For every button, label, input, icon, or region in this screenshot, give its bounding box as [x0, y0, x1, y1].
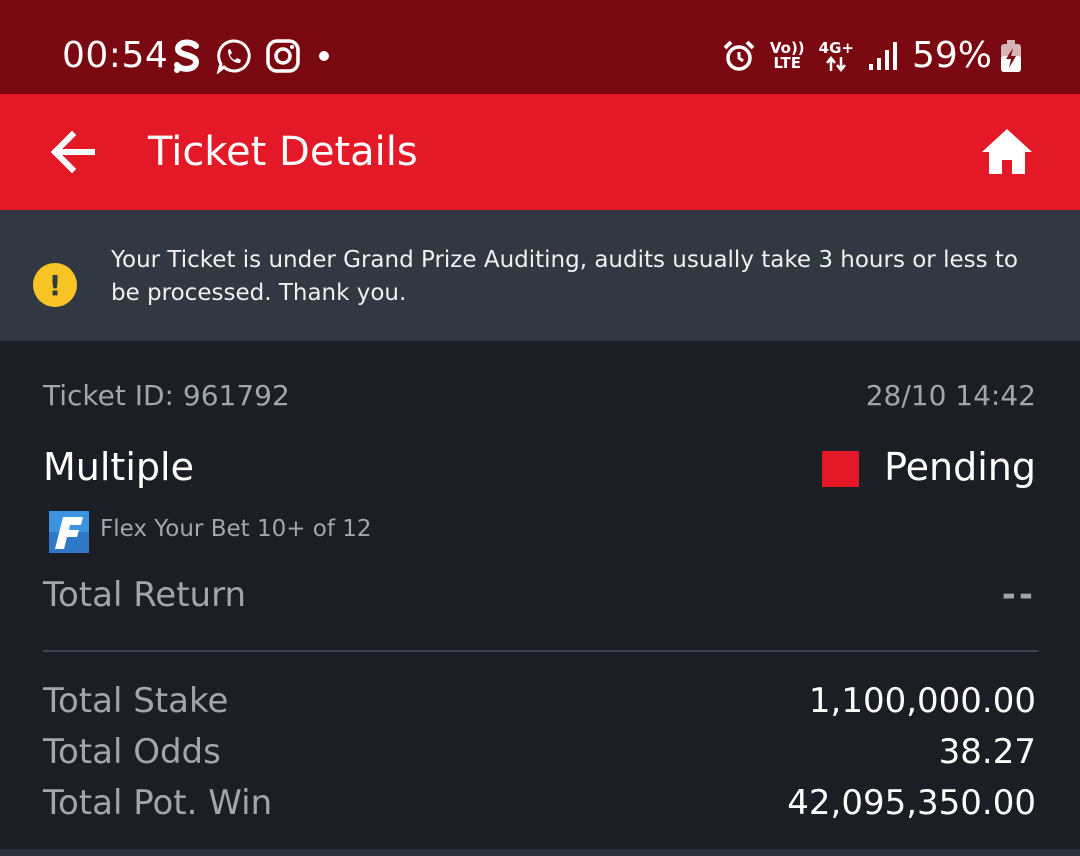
status-marker — [822, 451, 859, 487]
battery-charging-icon — [1001, 40, 1021, 72]
ticket-id: Ticket ID: 961792 — [43, 379, 290, 412]
whatsapp-icon — [216, 39, 251, 74]
total-stake-label: Total Stake — [43, 681, 229, 721]
page-title: Ticket Details — [148, 129, 418, 175]
up-down-arrows-icon — [826, 55, 847, 72]
total-odds-label: Total Odds — [43, 732, 221, 772]
bottom-strip — [0, 849, 1080, 856]
status-bar: 00:54 Vo)) LTE 4G+ 59% — [0, 0, 1080, 94]
alarm-icon — [723, 40, 755, 71]
battery-percent: 59% — [911, 35, 992, 76]
bet-type: Multiple — [43, 445, 194, 489]
lte-label: LTE — [773, 54, 802, 72]
network-gen-label: 4G+ — [818, 38, 854, 57]
status-time: 00:54 — [62, 35, 169, 76]
ticket-date: 28/10 14:42 — [865, 379, 1036, 412]
total-pot-win-label: Total Pot. Win — [43, 783, 273, 823]
flex-bet-label: Flex Your Bet 10+ of 12 — [100, 516, 372, 542]
signal-icon — [868, 42, 897, 70]
notice-text: Your Ticket is under Grand Prize Auditin… — [111, 247, 1018, 306]
notification-dot-icon — [319, 51, 329, 61]
ticket-card: Ticket ID: 961792 28/10 14:42 Multiple P… — [0, 341, 1080, 856]
status-icons-right: Vo)) LTE 4G+ 59% — [722, 34, 1022, 78]
arrow-left-icon — [50, 130, 95, 174]
divider — [43, 650, 1038, 652]
total-return-value: -- — [1001, 575, 1036, 615]
warning-icon: ! — [33, 263, 77, 307]
status-label: Pending — [884, 445, 1036, 489]
total-return-label: Total Return — [43, 575, 247, 615]
total-stake-value: 1,100,000.00 — [808, 681, 1036, 721]
status-icons-left — [172, 36, 334, 76]
audit-notice: ! Your Ticket is under Grand Prize Audit… — [0, 210, 1080, 341]
app-bar: Ticket Details — [0, 94, 1080, 210]
data-arrows-icon: 4G+ — [818, 38, 854, 72]
back-button[interactable] — [44, 122, 104, 182]
total-odds-value: 38.27 — [938, 732, 1036, 772]
s-app-icon — [174, 39, 200, 73]
total-pot-win-value: 42,095,350.00 — [787, 783, 1036, 823]
instagram-icon — [266, 39, 300, 73]
home-button[interactable] — [980, 126, 1034, 178]
volte-icon: Vo)) LTE — [770, 41, 805, 71]
home-icon — [982, 129, 1032, 174]
flex-logo-icon — [49, 511, 89, 553]
